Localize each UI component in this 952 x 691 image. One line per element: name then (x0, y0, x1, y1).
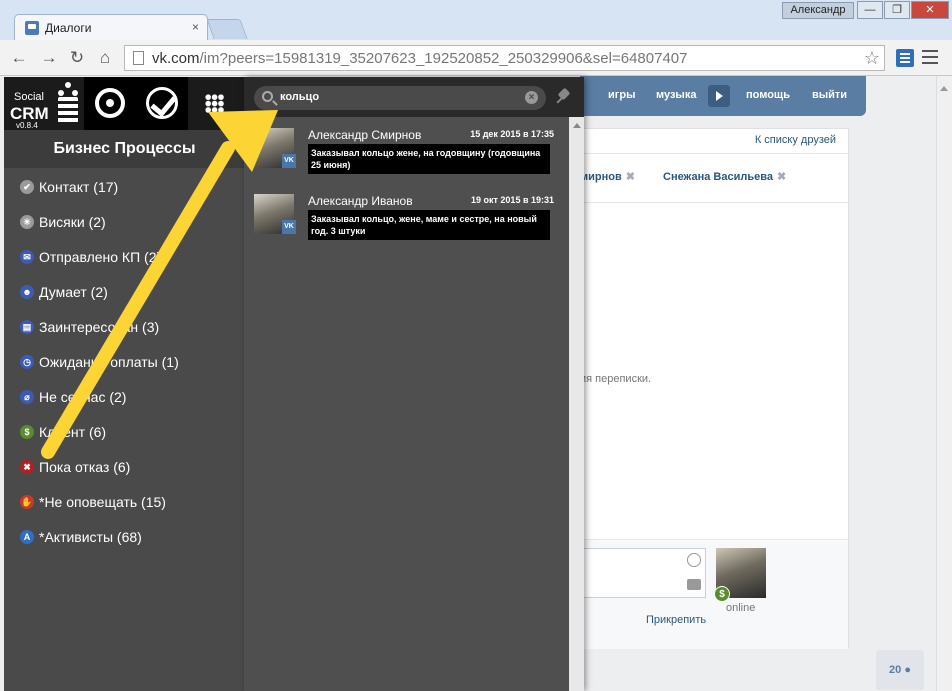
crm-stage-label: Контакт (17) (39, 179, 119, 195)
result-name: Александр Иванов (308, 194, 413, 208)
result-snippet: Заказывал кольцо жене, на годовщину (год… (308, 144, 550, 174)
stop-hand-icon: ✋ (20, 495, 34, 509)
message-composer: $ online Прикрепить (580, 539, 848, 649)
dialog-peers: мирнов ✖ Снежана Васильева ✖ (580, 153, 848, 203)
no-phone-icon: ⌀ (20, 390, 34, 404)
friends-list-link[interactable]: К списку друзей (755, 134, 836, 146)
crm-tool-apps[interactable] (188, 77, 240, 130)
camera-icon[interactable] (687, 579, 701, 590)
network-icon (58, 82, 78, 96)
tab-close-icon[interactable]: × (192, 20, 199, 34)
online-friends-counter[interactable]: 20 ● (876, 650, 924, 690)
search-panel: кольцо × VK Александр Смирнов 15 дек 201… (244, 77, 584, 691)
crm-stage-label: Не сейчас (2) (39, 389, 127, 405)
search-icon (262, 91, 273, 102)
vk-dialog-panel: К списку друзей мирнов ✖ Снежана Васильев… (580, 128, 849, 649)
crm-stage-label: Клиент (6) (39, 424, 107, 440)
search-bar: кольцо × (244, 77, 584, 117)
crm-logo: Social CRM v0.8.4 (4, 77, 84, 130)
search-scrollbar[interactable] (569, 117, 584, 691)
bookmark-star-icon[interactable]: ☆ (864, 48, 880, 69)
crm-stage-label: *Активисты (68) (39, 529, 142, 545)
dialog-hint: ия переписки. (580, 373, 652, 385)
browser-toolbar: ← → ↻ ⌂ vk.com/im?peers=15981319_3520762… (0, 40, 952, 76)
crm-version: v0.8.4 (16, 121, 38, 130)
play-icon[interactable] (708, 85, 730, 107)
checkmark-icon (146, 87, 178, 119)
message-input[interactable] (580, 548, 706, 598)
online-status: online (726, 602, 756, 614)
result-name: Александр Смирнов (308, 128, 422, 142)
browser-title-bar: Диалоги × Александр — ❐ ✕ (0, 0, 952, 40)
vk-messages-icon (25, 21, 39, 35)
peer-tab[interactable]: мирнов ✖ (580, 170, 635, 183)
result-date: 15 дек 2015 в 17:35 (470, 129, 554, 139)
crm-stage-label: *Не оповещать (15) (39, 494, 166, 510)
grid-icon (205, 94, 224, 113)
vk-nav-logout[interactable]: выйти (812, 89, 847, 101)
vk-header: игры музыка помощь выйти (580, 76, 866, 116)
crm-sidebar: Social CRM v0.8.4 Бизнес Процессы ✔ Конта… (4, 77, 245, 691)
search-query: кольцо (280, 91, 320, 103)
crm-stage-label: Ожидание оплаты (1) (39, 354, 179, 370)
browser-profile-name[interactable]: Александр (782, 2, 854, 19)
pin-icon[interactable] (554, 89, 572, 107)
cross-circle-icon: ✖ (20, 460, 34, 474)
crm-stage-label: Думает (2) (39, 284, 108, 300)
minimize-button[interactable]: — (857, 1, 883, 19)
result-date: 19 окт 2015 в 19:31 (471, 195, 554, 205)
vk-nav-help[interactable]: помощь (746, 89, 790, 101)
snowflake-icon: ✳ (20, 215, 34, 229)
reload-icon[interactable]: ↻ (66, 48, 88, 68)
crm-stage-label: Пока отказ (6) (39, 459, 131, 475)
page-icon (133, 51, 144, 65)
close-window-button[interactable]: ✕ (911, 1, 949, 19)
search-input[interactable]: кольцо × (254, 86, 546, 110)
menu-bars-icon (58, 97, 78, 125)
extension-icon[interactable] (896, 49, 914, 67)
letter-a-icon: A (20, 530, 34, 544)
dollar-icon: $ (714, 586, 730, 602)
crm-stage-label: Заинтересован (3) (39, 319, 160, 335)
forward-icon[interactable]: → (38, 48, 60, 68)
envelope-icon: ✉ (20, 250, 34, 264)
crm-stage-label: Висяки (2) (39, 214, 106, 230)
smile-icon[interactable] (687, 553, 701, 567)
vk-logo-icon: VK (282, 220, 296, 234)
crm-stage-label: Отправлено КП (2) (39, 249, 162, 265)
peer-tab[interactable]: Снежана Васильева ✖ (663, 170, 786, 183)
back-icon[interactable]: ← (8, 48, 30, 68)
vk-nav-music[interactable]: музыка (656, 89, 696, 101)
vk-logo-icon: VK (282, 154, 296, 168)
address-bar[interactable]: vk.com/im?peers=15981319_35207623_192520… (124, 45, 885, 71)
address-url: vk.com/im?peers=15981319_35207623_192520… (152, 50, 688, 67)
thinking-person-icon: ☻ (20, 285, 34, 299)
peer-close-icon: ✖ (776, 171, 787, 183)
target-icon (95, 88, 125, 118)
dollar-icon: $ (20, 425, 34, 439)
attach-link[interactable]: Прикрепить (646, 614, 706, 626)
maximize-button[interactable]: ❐ (884, 1, 910, 19)
browser-tab-dialogs[interactable]: Диалоги × (14, 14, 208, 40)
tab-title: Диалоги (45, 21, 92, 35)
crm-tool-target[interactable] (84, 77, 136, 130)
home-icon[interactable]: ⌂ (94, 48, 116, 68)
page-scrollbar[interactable] (936, 76, 952, 691)
check-circle-icon: ✔ (20, 180, 34, 194)
peer-close-icon: ✖ (625, 171, 635, 183)
browser-menu-icon[interactable] (922, 50, 938, 64)
clear-search-icon[interactable]: × (525, 91, 538, 104)
crm-toolbar: Social CRM v0.8.4 (4, 77, 245, 130)
clock-icon: ◷ (20, 355, 34, 369)
person-icon: ● (904, 664, 911, 676)
new-tab-button[interactable] (206, 19, 248, 39)
crm-tool-tasks[interactable] (136, 77, 188, 130)
vk-nav-games[interactable]: игры (608, 89, 635, 101)
business-processes-title: Бизнес Процессы (4, 130, 245, 168)
briefcase-icon: ▤ (20, 320, 34, 334)
result-snippet: Заказывал кольцо, жене, маме и сестре, н… (308, 210, 550, 240)
